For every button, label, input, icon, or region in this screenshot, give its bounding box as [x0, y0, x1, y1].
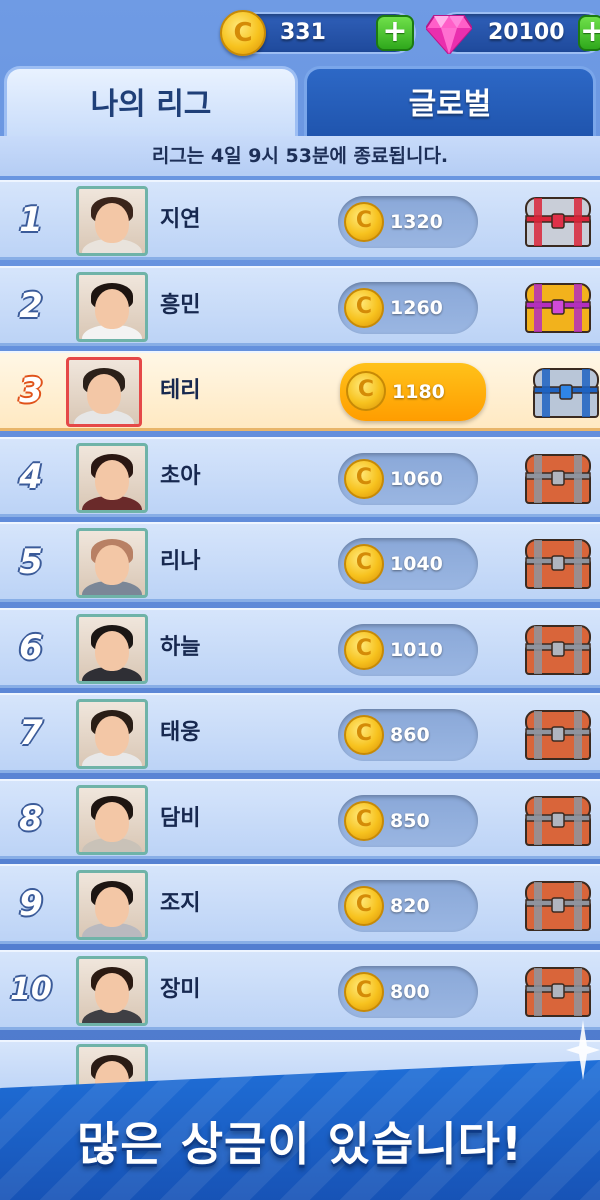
coin-count: 331: [280, 20, 326, 45]
player-name: 리나: [160, 549, 201, 574]
blue-chest-icon[interactable]: [530, 363, 600, 421]
promo-text: 많은 상금이 있습니다!: [77, 1117, 523, 1171]
coin-icon: [344, 287, 384, 328]
player-score: 1320: [390, 211, 443, 233]
coin-icon: [344, 800, 384, 841]
player-score: 850: [390, 809, 430, 832]
sparkle-icon: [566, 1020, 600, 1080]
table-row[interactable]: 6 하늘 1010: [0, 607, 600, 688]
table-row[interactable]: 4 초아 1060: [0, 436, 600, 517]
player-name: 테리: [160, 378, 201, 403]
rank-number: 3: [19, 371, 43, 411]
avatar[interactable]: [66, 357, 142, 427]
coin-icon: [344, 544, 384, 584]
player-name: 태웅: [160, 720, 201, 745]
add-gems-button[interactable]: +: [578, 15, 600, 51]
score-badge: 820: [338, 880, 478, 932]
red-chest-icon[interactable]: [522, 192, 594, 250]
player-name: 장미: [160, 976, 201, 1002]
wood-chest-icon[interactable]: [522, 620, 594, 678]
wood-chest-icon[interactable]: [522, 962, 594, 1020]
player-name: 지연: [160, 207, 201, 232]
gem-count: 20100: [488, 20, 565, 45]
wood-chest-icon[interactable]: [522, 449, 594, 507]
avatar[interactable]: [76, 870, 148, 940]
avatar[interactable]: [76, 528, 148, 598]
currency-bar: 331 + 20100 +: [0, 0, 600, 62]
table-row[interactable]: 5 리나 1040: [0, 522, 600, 602]
player-name: 담비: [160, 805, 201, 831]
player-score: 1060: [390, 467, 443, 490]
score-badge: 1320: [338, 196, 478, 248]
player-score: 800: [390, 980, 430, 1003]
table-row[interactable]: 7 태웅 860: [0, 693, 600, 773]
rank-number: 5: [19, 542, 43, 582]
avatar[interactable]: [76, 613, 148, 684]
gold-chest-icon[interactable]: [522, 278, 594, 336]
score-badge: 860: [338, 709, 478, 761]
avatar[interactable]: [76, 186, 148, 256]
wood-chest-icon[interactable]: [522, 705, 594, 763]
player-score: 1040: [390, 553, 443, 575]
table-row[interactable]: 9 조지 820: [0, 864, 600, 944]
tab-my-league[interactable]: 나의 리그: [4, 66, 298, 138]
gem-icon: [426, 15, 472, 54]
coin-icon: [344, 971, 384, 1012]
rank-number: 9: [19, 884, 43, 924]
wood-chest-icon[interactable]: [522, 876, 594, 934]
player-score: 860: [390, 724, 430, 746]
table-row[interactable]: 3 테리 1180: [0, 351, 600, 431]
league-end-notice: 리그는 4일 9시 53분에 종료됩니다.: [0, 136, 600, 176]
coin-icon: [344, 458, 384, 499]
coin-icon: [344, 629, 384, 670]
score-badge: 1040: [338, 538, 478, 590]
table-row[interactable]: 8 담비 850: [0, 778, 600, 859]
rank-number: 4: [19, 456, 43, 497]
coin-icon: [220, 10, 266, 56]
avatar[interactable]: [76, 699, 148, 769]
avatar[interactable]: [76, 271, 148, 342]
wood-chest-icon[interactable]: [522, 791, 594, 849]
coin-icon: [344, 886, 384, 926]
rank-number: 8: [19, 798, 43, 839]
coin-icon: [344, 715, 384, 755]
player-score: 820: [390, 895, 430, 917]
score-badge: 800: [338, 965, 478, 1018]
score-badge: 850: [338, 794, 478, 847]
tab-global[interactable]: 글로벌: [304, 66, 596, 138]
table-row[interactable]: 10 장미 800: [0, 949, 600, 1030]
rank-number: 10: [10, 971, 52, 1007]
table-row[interactable]: 1 지연 1320: [0, 180, 600, 260]
table-row[interactable]: 2 흥민 1260: [0, 265, 600, 346]
avatar[interactable]: [76, 955, 148, 1026]
player-name: 흥민: [160, 292, 201, 318]
score-badge: 1180: [340, 363, 486, 421]
coin-icon: [344, 202, 384, 242]
player-score: 1010: [390, 638, 443, 661]
rank-number: 6: [19, 627, 43, 668]
score-badge: 1010: [338, 623, 478, 676]
score-badge: 1260: [338, 281, 478, 334]
player-name: 하늘: [160, 634, 201, 660]
score-badge: 1060: [338, 452, 478, 505]
rank-number: 2: [19, 285, 43, 326]
rank-number: 7: [19, 713, 43, 753]
add-coins-button[interactable]: +: [376, 15, 414, 51]
avatar[interactable]: [76, 784, 148, 855]
rank-number: 1: [19, 200, 43, 240]
avatar[interactable]: [76, 442, 148, 513]
player-score: 1260: [390, 296, 443, 319]
player-name: 초아: [160, 463, 201, 489]
coin-icon: [346, 371, 386, 411]
player-score: 1180: [392, 381, 445, 403]
wood-chest-icon[interactable]: [522, 534, 594, 592]
player-name: 조지: [160, 891, 201, 916]
